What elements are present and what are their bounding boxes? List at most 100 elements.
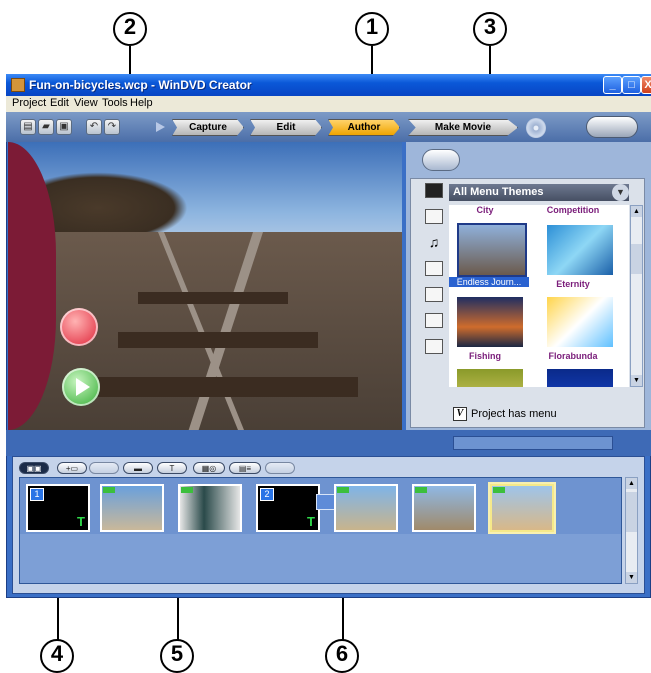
- scene-selection-icon[interactable]: [60, 308, 98, 346]
- maximize-button[interactable]: □: [622, 76, 641, 94]
- clip-strip: 1 T 2 T: [19, 477, 622, 584]
- clip-number-badge: 2: [260, 488, 274, 501]
- menu-project[interactable]: Project: [12, 97, 46, 109]
- theme-label-selected[interactable]: Endless Journ...: [449, 277, 529, 287]
- button-style-icon[interactable]: [425, 339, 443, 354]
- step-capture[interactable]: Capture: [172, 119, 244, 136]
- workflow-arrow-icon: [156, 122, 165, 132]
- theme-thumbnail[interactable]: [547, 369, 613, 387]
- scroll-thumb[interactable]: [631, 244, 642, 274]
- frame-icon[interactable]: [425, 287, 443, 302]
- storyboard-mode-button[interactable]: ▣▣: [19, 462, 49, 474]
- step-make-movie[interactable]: Make Movie: [408, 119, 518, 136]
- music-icon[interactable]: ♫: [425, 235, 443, 250]
- callout-5: 5: [160, 639, 194, 673]
- menu-help[interactable]: Help: [130, 97, 153, 109]
- scroll-thumb[interactable]: [626, 492, 637, 532]
- preview-sleeper: [98, 377, 358, 397]
- scroll-up-icon[interactable]: ▲: [626, 478, 637, 489]
- callout-1: 1: [355, 12, 389, 46]
- theme-label[interactable]: Florabunda: [533, 351, 613, 361]
- chevron-down-icon[interactable]: ▼: [612, 184, 629, 201]
- window-title: Fun-on-bicycles.wcp - WinDVD Creator: [29, 78, 252, 92]
- background-image-icon[interactable]: [425, 261, 443, 276]
- theme-dropdown[interactable]: All Menu Themes ▼: [449, 184, 629, 201]
- theme-thumbnail[interactable]: [547, 297, 613, 347]
- layout-icon[interactable]: [425, 313, 443, 328]
- theme-grid: City Competition Endless Journ... Eterni…: [449, 205, 629, 387]
- step-edit[interactable]: Edit: [250, 119, 322, 136]
- theme-thumbnail[interactable]: [457, 369, 523, 387]
- magic-wand-icon[interactable]: [422, 149, 460, 171]
- toolbar: ▤ ▰ ▣ ↶ ↷ Capture Edit Author Make Movie: [6, 112, 651, 142]
- preview-sleeper: [138, 292, 288, 304]
- open-icon[interactable]: ▰: [38, 119, 54, 135]
- scroll-down-icon[interactable]: ▼: [631, 375, 642, 386]
- disc-icon: [526, 118, 546, 138]
- clip-row: 1 T 2 T: [20, 478, 621, 534]
- project-has-menu-checkbox[interactable]: V: [453, 407, 467, 421]
- preview-sleeper: [118, 332, 318, 348]
- search-icon[interactable]: ▦◎: [193, 462, 225, 474]
- video-clip-icon: [181, 487, 193, 493]
- text-button[interactable]: T: [157, 462, 187, 474]
- title-marker-icon: T: [77, 514, 85, 529]
- minimize-button[interactable]: _: [603, 76, 622, 94]
- theme-label[interactable]: Eternity: [533, 279, 613, 289]
- divider-bar: [6, 430, 651, 456]
- add-button[interactable]: +▭: [57, 462, 87, 474]
- undo-icon[interactable]: ↶: [86, 119, 102, 135]
- clip-2[interactable]: [100, 484, 164, 532]
- title-bar: Fun-on-bicycles.wcp - WinDVD Creator _ □…: [6, 74, 651, 96]
- app-window: Fun-on-bicycles.wcp - WinDVD Creator _ □…: [6, 74, 651, 598]
- callout-3: 3: [473, 12, 507, 46]
- play-icon[interactable]: [62, 368, 100, 406]
- theme-label[interactable]: City: [449, 205, 525, 215]
- theme-panel-body: ♫ All Menu Themes ▼ City Competition End…: [410, 178, 645, 428]
- video-icon[interactable]: [425, 209, 443, 224]
- menu-edit[interactable]: Edit: [50, 97, 69, 109]
- settings-tool-icon[interactable]: [586, 116, 638, 138]
- menu-view[interactable]: View: [74, 97, 98, 109]
- clip-1[interactable]: 1 T: [26, 484, 90, 532]
- save-icon[interactable]: ▣: [56, 119, 72, 135]
- theme-label[interactable]: Competition: [533, 205, 613, 215]
- callout-6: 6: [325, 639, 359, 673]
- theme-thumbnail[interactable]: [457, 223, 527, 277]
- title-marker-icon: T: [307, 514, 315, 529]
- project-has-menu-checkbox-row[interactable]: V Project has menu: [453, 407, 557, 421]
- menu-tools[interactable]: Tools: [102, 97, 128, 109]
- new-icon[interactable]: ▤: [20, 119, 36, 135]
- video-clip-icon: [103, 487, 115, 493]
- theme-scrollbar[interactable]: ▲ ▼: [630, 205, 643, 387]
- clip-5[interactable]: [334, 484, 398, 532]
- menu-preview[interactable]: [8, 142, 402, 430]
- video-clip-icon: [493, 487, 505, 493]
- redo-icon[interactable]: ↷: [104, 119, 120, 135]
- close-button[interactable]: X: [641, 76, 651, 94]
- theme-label[interactable]: Fishing: [449, 351, 525, 361]
- chapters-button[interactable]: ▤≡: [229, 462, 261, 474]
- marker-button[interactable]: [265, 462, 295, 474]
- video-clip-icon: [337, 487, 349, 493]
- theme-thumbnail[interactable]: [547, 225, 613, 275]
- scroll-down-icon[interactable]: ▼: [626, 572, 637, 583]
- scroll-up-icon[interactable]: ▲: [631, 206, 642, 217]
- clip-7[interactable]: [490, 484, 554, 532]
- step-author[interactable]: Author: [328, 119, 400, 136]
- preview-trees: [38, 172, 188, 232]
- menu-themes-icon[interactable]: [425, 183, 443, 198]
- theme-thumbnail[interactable]: [457, 297, 523, 347]
- clip-3[interactable]: [178, 484, 242, 532]
- title-frame-button[interactable]: ▬: [123, 462, 153, 474]
- clip-4[interactable]: 2 T: [256, 484, 320, 532]
- video-clip-icon: [415, 487, 427, 493]
- project-has-menu-label: Project has menu: [471, 407, 557, 420]
- remove-button[interactable]: [89, 462, 119, 474]
- clip-6[interactable]: [412, 484, 476, 532]
- theme-dropdown-value: All Menu Themes: [453, 186, 544, 198]
- status-area: [453, 436, 613, 450]
- callout-4: 4: [40, 639, 74, 673]
- storyboard-scrollbar[interactable]: ▲ ▼: [625, 477, 638, 584]
- app-icon: [11, 78, 25, 92]
